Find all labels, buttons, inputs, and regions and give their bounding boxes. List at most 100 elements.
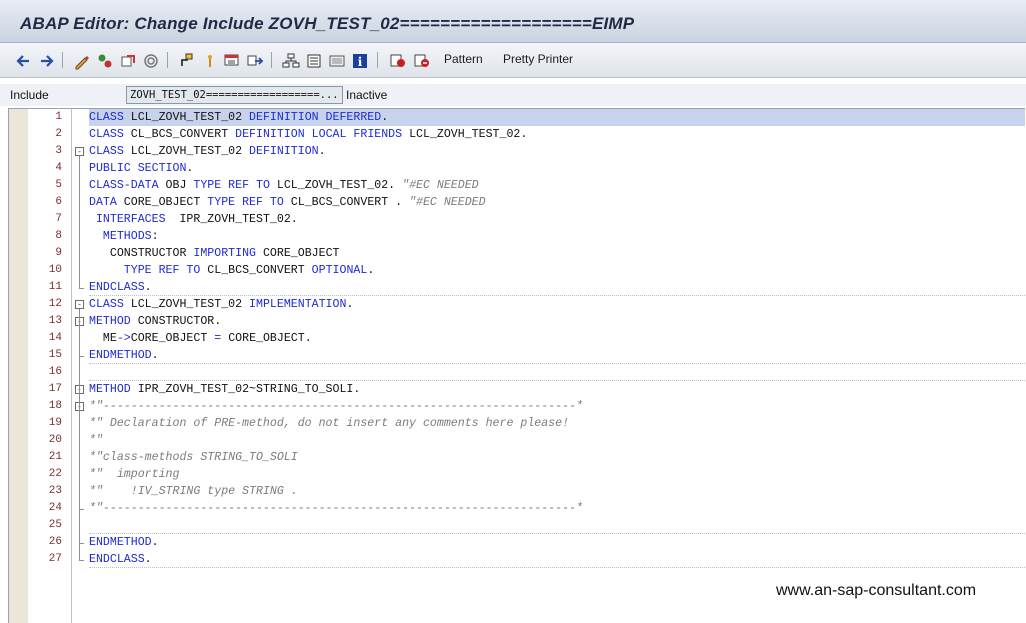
code-token: ENDMETHOD (89, 349, 152, 362)
line-number: 23 (48, 485, 62, 497)
code-token: ENDCLASS (89, 281, 145, 294)
code-text: *" importing (89, 466, 179, 483)
code-token: LCL_ZOVH_TEST_02. (269, 179, 403, 192)
code-line[interactable]: 27 ENDCLASS. (9, 551, 1025, 568)
enhance-icon[interactable] (304, 51, 324, 71)
line-number: 15 (48, 349, 62, 361)
code-text: *"class-methods STRING_TO_SOLI (89, 449, 298, 466)
code-line[interactable]: 22 *" importing (9, 466, 1025, 483)
code-token: CL_BCS_CONVERT (123, 128, 236, 141)
code-line[interactable]: 26 ENDMETHOD. (9, 534, 1025, 551)
line-number: 12 (48, 298, 62, 310)
code-token: LCL_ZOVH_TEST_02 (123, 111, 250, 124)
code-line[interactable]: 12 CLASS LCL_ZOVH_TEST_02 IMPLEMENTATION. (9, 296, 1025, 313)
code-text: CLASS CL_BCS_CONVERT DEFINITION LOCAL FR… (89, 126, 527, 143)
pattern-button[interactable]: Pattern (444, 52, 483, 66)
code-line[interactable]: 24 *"------------------------------------… (9, 500, 1025, 517)
activate-icon[interactable] (118, 51, 138, 71)
object-list-icon[interactable] (222, 51, 242, 71)
other-object-icon[interactable] (95, 51, 115, 71)
code-token: CONSTRUCTOR (89, 247, 194, 260)
code-token: TYPE REF TO (207, 196, 284, 209)
where-used-icon[interactable] (177, 51, 197, 71)
code-line[interactable]: 8 METHODS: (9, 228, 1025, 245)
code-text: DATA CORE_OBJECT TYPE REF TO CL_BCS_CONV… (89, 194, 486, 211)
code-text: ENDMETHOD. (89, 534, 159, 551)
line-number: 11 (48, 281, 62, 293)
code-line[interactable]: 7 INTERFACES IPR_ZOVH_TEST_02. (9, 211, 1025, 228)
navigation-icon[interactable] (200, 51, 220, 71)
fold-end-marker (79, 559, 84, 561)
settings-icon[interactable] (327, 51, 347, 71)
code-line[interactable]: 17 METHOD IPR_ZOVH_TEST_02~STRING_TO_SOLI… (9, 381, 1025, 398)
line-number: 8 (55, 230, 62, 242)
collapse-block-icon[interactable]: - (75, 300, 84, 309)
code-line[interactable]: 10 TYPE REF TO CL_BCS_CONVERT OPTIONAL. (9, 262, 1025, 279)
include-name-field[interactable]: ZOVH_TEST_02==================... (126, 86, 343, 104)
code-line[interactable]: 25 (9, 517, 1025, 534)
code-line[interactable]: 13 METHOD CONSTRUCTOR. (9, 313, 1025, 330)
hierarchy-icon[interactable] (281, 51, 301, 71)
code-line[interactable]: 2 CLASS CL_BCS_CONVERT DEFINITION LOCAL F… (9, 126, 1025, 143)
code-line[interactable]: 23 *" !IV_STRING type STRING . (9, 483, 1025, 500)
toolbar-separator (62, 52, 63, 68)
code-line[interactable]: 14 ME->CORE_OBJECT = CORE_OBJECT. (9, 330, 1025, 347)
code-token: OBJ (158, 179, 194, 192)
status-label: Inactive (346, 88, 388, 102)
code-token: *" importing (89, 468, 180, 481)
code-token: . (144, 281, 152, 294)
code-line[interactable]: 11 ENDCLASS. (9, 279, 1025, 296)
collapse-block-icon[interactable]: - (75, 147, 84, 156)
code-token: "#EC NEEDED (409, 196, 486, 209)
code-line[interactable]: 5 CLASS-DATA OBJ TYPE REF TO LCL_ZOVH_TES… (9, 177, 1025, 194)
fold-end-marker (79, 355, 84, 357)
code-line[interactable]: 20 *" (9, 432, 1025, 449)
code-text: CLASS LCL_ZOVH_TEST_02 DEFINITION DEFERR… (89, 109, 1025, 126)
display-object-icon[interactable] (245, 51, 265, 71)
code-token: . (367, 264, 375, 277)
code-text: ENDMETHOD. (89, 347, 159, 364)
code-token: CORE_OBJECT. (221, 332, 312, 345)
line-number: 3 (55, 145, 62, 157)
code-token: IMPLEMENTATION (249, 298, 347, 311)
cut-icon[interactable] (388, 51, 408, 71)
code-token: . (346, 298, 354, 311)
code-token: LCL_ZOVH_TEST_02. (402, 128, 528, 141)
check-icon[interactable] (141, 51, 161, 71)
line-number: 16 (48, 366, 62, 378)
code-line[interactable]: 6 DATA CORE_OBJECT TYPE REF TO CL_BCS_CON… (9, 194, 1025, 211)
code-line[interactable]: 21 *"class-methods STRING_TO_SOLI (9, 449, 1025, 466)
fold-end-marker (79, 542, 84, 544)
code-line[interactable]: 15 ENDMETHOD. (9, 347, 1025, 364)
pretty-printer-button[interactable]: Pretty Printer (503, 52, 573, 66)
code-token: CONSTRUCTOR. (130, 315, 222, 328)
code-token: METHODS (102, 230, 152, 243)
display-change-icon[interactable] (72, 51, 92, 71)
line-number: 19 (48, 417, 62, 429)
forward-arrow-icon[interactable] (37, 51, 57, 71)
code-text: METHOD IPR_ZOVH_TEST_02~STRING_TO_SOLI. (89, 381, 360, 398)
paste-icon[interactable] (412, 51, 432, 71)
code-text: *" (89, 432, 103, 449)
code-text: PUBLIC SECTION. (89, 160, 193, 177)
code-token: *"class-methods STRING_TO_SOLI (89, 451, 298, 464)
back-arrow-icon[interactable] (13, 51, 33, 71)
code-line[interactable]: 1 CLASS LCL_ZOVH_TEST_02 DEFINITION DEFER… (9, 109, 1025, 126)
code-line[interactable]: 16 (9, 364, 1025, 381)
code-line[interactable]: 19 *" Declaration of PRE-method, do not i… (9, 415, 1025, 432)
fold-guide-line (79, 411, 80, 509)
block-separator (89, 567, 1025, 568)
fold-end-marker (79, 287, 84, 289)
code-token: . (186, 162, 194, 175)
toolbar-separator (377, 52, 378, 68)
code-editor[interactable]: 1 CLASS LCL_ZOVH_TEST_02 DEFINITION DEFER… (8, 108, 1025, 623)
watermark: www.an-sap-consultant.com (776, 582, 977, 599)
code-line[interactable]: 4 PUBLIC SECTION. (9, 160, 1025, 177)
code-line[interactable]: 3 CLASS LCL_ZOVH_TEST_02 DEFINITION. (9, 143, 1025, 160)
code-line[interactable]: 9 CONSTRUCTOR IMPORTING CORE_OBJECT (9, 245, 1025, 262)
code-line[interactable]: 18 *"------------------------------------… (9, 398, 1025, 415)
code-token: CLASS (89, 111, 124, 124)
help-info-icon[interactable]: i (350, 51, 370, 71)
code-token: *" (89, 434, 103, 447)
